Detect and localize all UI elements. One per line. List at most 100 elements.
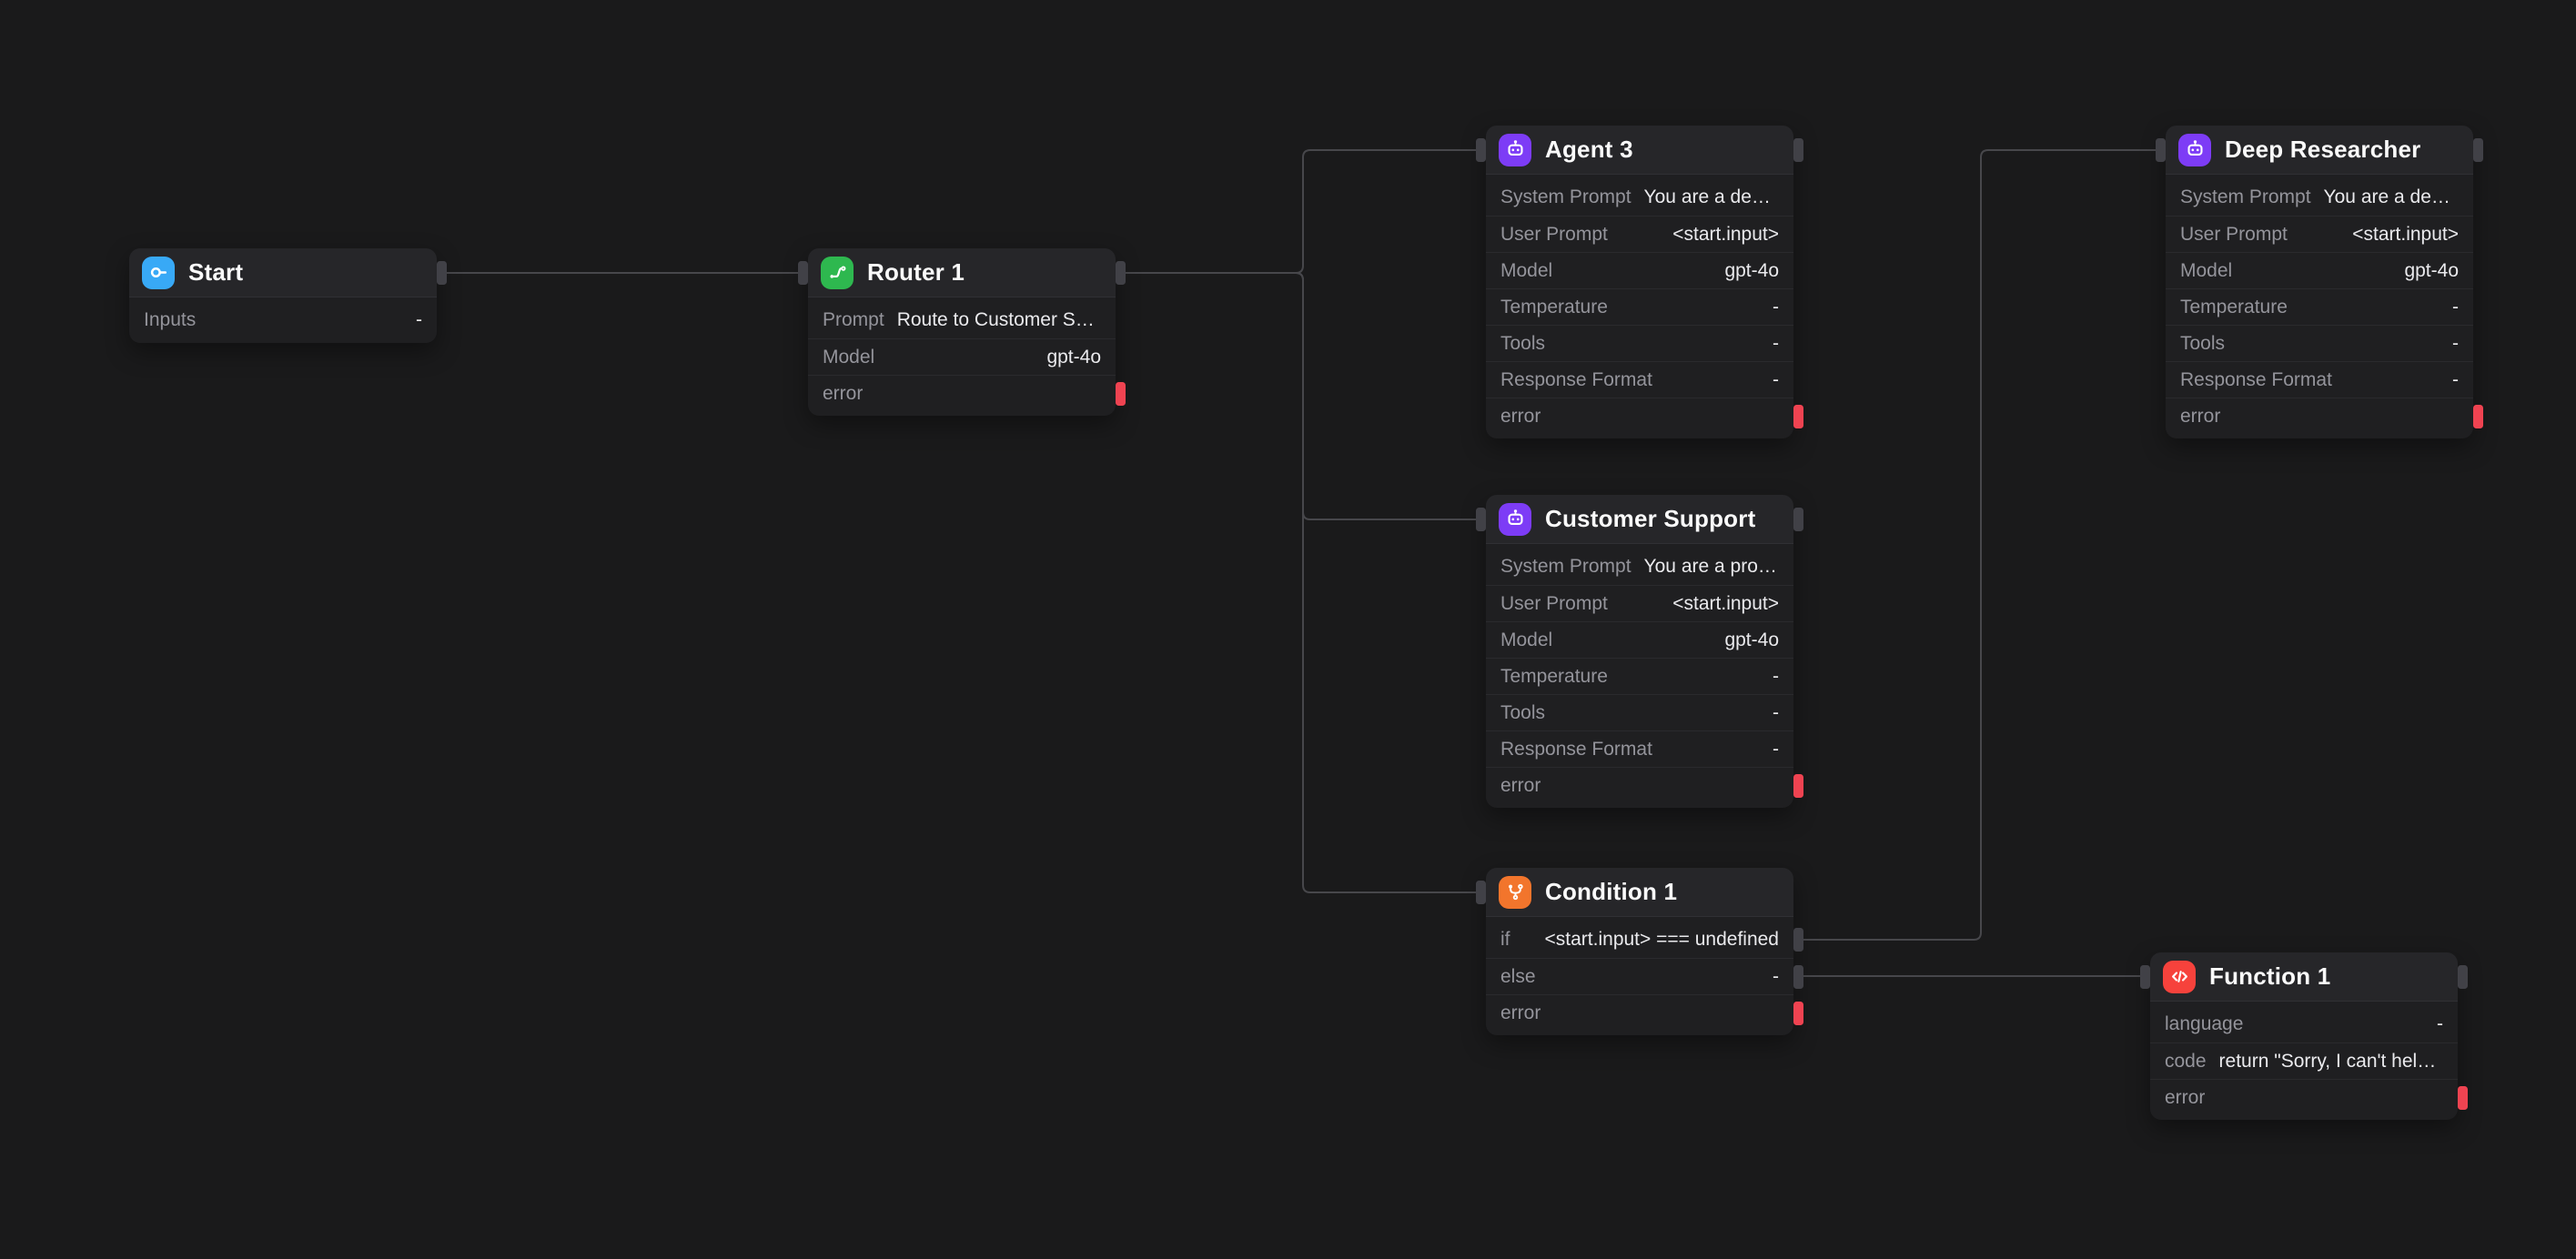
node-header[interactable]: Deep Researcher [2166, 126, 2473, 175]
node-header[interactable]: Router 1 [808, 248, 1116, 297]
node-row-temperature[interactable]: Temperature- [1486, 658, 1793, 694]
node-row-system-prompt[interactable]: System PromptYou are a dedicate… [1486, 179, 1793, 216]
node-row-code[interactable]: codereturn "Sorry, I can't help with … [2150, 1042, 2458, 1079]
edge-router-1-to-condition-1[interactable] [1126, 273, 1476, 892]
node-row-error[interactable]: error [1486, 767, 1793, 803]
row-value: Route to Customer Suppo… [897, 309, 1101, 331]
if-output-handle[interactable] [1793, 928, 1803, 952]
row-value: - [1773, 966, 1779, 988]
output-handle[interactable] [437, 261, 447, 285]
input-handle[interactable] [798, 261, 808, 285]
node-body: language-codereturn "Sorry, I can't help… [2150, 1002, 2458, 1120]
input-handle[interactable] [2156, 138, 2166, 162]
node-body: System PromptYou are a deep res…User Pro… [2166, 175, 2473, 438]
node-row-tools[interactable]: Tools- [1486, 325, 1793, 361]
node-row-else[interactable]: else - [1486, 958, 1793, 994]
error-output-handle[interactable] [2458, 1086, 2468, 1110]
node-row-model[interactable]: Model gpt-4o [1486, 621, 1793, 658]
output-handle[interactable] [2473, 138, 2483, 162]
input-handle[interactable] [2140, 965, 2150, 989]
node-row-user-prompt[interactable]: User Prompt <start.input> [1486, 216, 1793, 252]
input-handle[interactable] [1476, 508, 1486, 531]
row-label: error [1500, 1002, 1541, 1024]
error-output-handle[interactable] [2473, 405, 2483, 428]
node-header[interactable]: Start [129, 248, 437, 297]
node-row-temperature[interactable]: Temperature- [2166, 288, 2473, 325]
node-title: Router 1 [867, 258, 965, 287]
output-handle[interactable] [1793, 138, 1803, 162]
node-row-error[interactable]: error [2150, 1079, 2458, 1115]
node-title: Deep Researcher [2225, 136, 2420, 164]
output-handle[interactable] [1793, 508, 1803, 531]
node-row-error[interactable]: error [808, 375, 1116, 411]
node-router-1[interactable]: Router 1PromptRoute to Customer Suppo…Mo… [808, 248, 1116, 416]
node-row-system-prompt[interactable]: System PromptYou are a deep res… [2166, 179, 2473, 216]
node-start[interactable]: Start Inputs- [129, 248, 437, 343]
input-handle[interactable] [1476, 881, 1486, 904]
node-customer-support[interactable]: Customer Support System PromptYou are a p… [1486, 495, 1793, 808]
node-body: PromptRoute to Customer Suppo…Modelgpt-4… [808, 297, 1116, 416]
row-label: Response Format [1500, 369, 1652, 391]
row-value: - [2437, 1013, 2443, 1035]
node-row-inputs[interactable]: Inputs- [129, 302, 437, 338]
output-handle[interactable] [2458, 965, 2468, 989]
row-label: error [1500, 406, 1541, 428]
node-row-error[interactable]: error [1486, 398, 1793, 434]
row-label: System Prompt [2180, 186, 2311, 208]
node-deep-researcher[interactable]: Deep Researcher System PromptYou are a de… [2166, 126, 2473, 438]
row-label: Tools [1500, 333, 1545, 355]
edge-router-1-to-agent-3[interactable] [1126, 150, 1476, 273]
node-row-model[interactable]: Modelgpt-4o [808, 338, 1116, 375]
node-row-response-format[interactable]: Response Format- [1486, 730, 1793, 767]
node-row-language[interactable]: language- [2150, 1006, 2458, 1042]
node-header[interactable]: Customer Support [1486, 495, 1793, 544]
row-label: if [1500, 929, 1510, 951]
node-row-system-prompt[interactable]: System PromptYou are a professio… [1486, 549, 1793, 585]
flow-canvas[interactable]: StartInputs-Router 1PromptRoute to Custo… [0, 0, 2576, 1259]
row-label: else [1500, 966, 1536, 988]
node-row-prompt[interactable]: PromptRoute to Customer Suppo… [808, 302, 1116, 338]
edge-router-1-to-customer-support[interactable] [1126, 273, 1476, 519]
node-function-1[interactable]: Function 1language-codereturn "Sorry, I … [2150, 952, 2458, 1120]
error-output-handle[interactable] [1116, 382, 1126, 406]
input-handle[interactable] [1476, 138, 1486, 162]
node-row-error[interactable]: error [2166, 398, 2473, 434]
node-agent-3[interactable]: Agent 3System PromptYou are a dedicate…U… [1486, 126, 1793, 438]
row-value: - [1773, 369, 1779, 391]
row-label: error [823, 383, 863, 405]
node-title: Start [188, 258, 243, 287]
row-label: User Prompt [1500, 224, 1608, 246]
row-label: Model [823, 347, 874, 368]
node-row-tools[interactable]: Tools- [1486, 694, 1793, 730]
node-row-tools[interactable]: Tools- [2166, 325, 2473, 361]
node-header[interactable]: Condition 1 [1486, 868, 1793, 917]
node-row-temperature[interactable]: Temperature- [1486, 288, 1793, 325]
row-label: Inputs [144, 309, 196, 331]
node-row-user-prompt[interactable]: User Prompt<start.input> [1486, 585, 1793, 621]
edge-condition-1-to-deep-researcher[interactable] [1803, 150, 2156, 940]
node-row-user-prompt[interactable]: User Prompt<start.input> [2166, 216, 2473, 252]
node-header[interactable]: Agent 3 [1486, 126, 1793, 175]
node-row-if[interactable]: if <start.input> === undefined [1486, 922, 1793, 958]
error-output-handle[interactable] [1793, 1002, 1803, 1025]
robot-icon [1499, 134, 1531, 166]
row-value: <start.input> === undefined [1545, 929, 1779, 951]
node-row-response-format[interactable]: Response Format - [1486, 361, 1793, 398]
error-output-handle[interactable] [1793, 774, 1803, 798]
node-row-model[interactable]: Modelgpt-4o [2166, 252, 2473, 288]
node-condition-1[interactable]: Condition 1 if <start.input> === undefined… [1486, 868, 1793, 1035]
output-handle[interactable] [1116, 261, 1126, 285]
row-value: <start.input> [1672, 224, 1779, 246]
node-row-model[interactable]: Modelgpt-4o [1486, 252, 1793, 288]
row-label: error [2180, 406, 2220, 428]
else-output-handle[interactable] [1793, 965, 1803, 989]
node-header[interactable]: Function 1 [2150, 952, 2458, 1002]
node-row-response-format[interactable]: Response Format- [2166, 361, 2473, 398]
row-label: code [2165, 1051, 2207, 1073]
node-title: Condition 1 [1545, 878, 1677, 906]
row-label: error [2165, 1087, 2205, 1109]
row-label: Model [1500, 630, 1552, 651]
row-value: gpt-4o [1724, 630, 1779, 651]
error-output-handle[interactable] [1793, 405, 1803, 428]
node-row-error[interactable]: error [1486, 994, 1793, 1031]
